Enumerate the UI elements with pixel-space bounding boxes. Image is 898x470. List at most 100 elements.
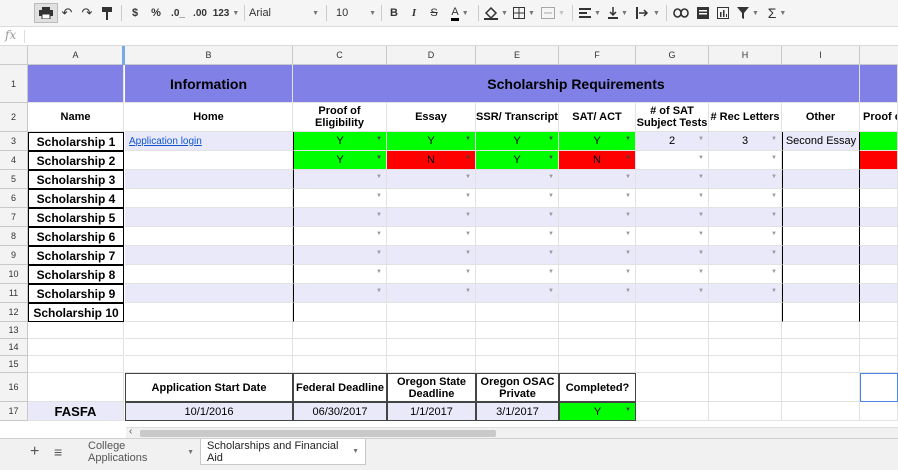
cell-c10[interactable]: ▼	[293, 265, 387, 284]
column-header-b[interactable]: B	[125, 46, 293, 65]
paint-format-icon[interactable]	[99, 3, 115, 23]
dropdown-arrow-icon[interactable]: ▼	[376, 155, 382, 161]
cell-c14[interactable]	[293, 339, 387, 356]
dropdown-arrow-icon[interactable]: ▼	[625, 174, 631, 180]
cell-f12[interactable]	[559, 303, 636, 322]
cell-c7[interactable]: ▼	[293, 208, 387, 227]
application-login-link[interactable]: Application login	[125, 132, 293, 151]
cell-f9[interactable]: ▼	[559, 246, 636, 265]
dropdown-arrow-icon[interactable]: ▼	[698, 231, 704, 237]
cell-e15[interactable]	[476, 356, 559, 373]
row-header-14[interactable]: 14	[0, 339, 28, 356]
cell-i13[interactable]	[782, 322, 860, 339]
cell-c5[interactable]: ▼	[293, 170, 387, 189]
cell-i5[interactable]	[782, 170, 860, 189]
cell-b9[interactable]	[125, 246, 293, 265]
row-header-12[interactable]: 12	[0, 303, 28, 322]
cell-h11[interactable]: ▼	[709, 284, 782, 303]
dropdown-arrow-icon[interactable]: ▼	[625, 155, 631, 161]
cell-a16[interactable]	[28, 373, 124, 402]
cell-i15[interactable]	[782, 356, 860, 373]
row-header-11[interactable]: 11	[0, 284, 28, 303]
cell-d12[interactable]	[387, 303, 476, 322]
cell-i6[interactable]	[782, 189, 860, 208]
fasfa-completed[interactable]: Y ▼	[559, 402, 636, 421]
cell-j5[interactable]	[860, 170, 898, 189]
dropdown-arrow-icon[interactable]: ▼	[771, 193, 777, 199]
cell-i10[interactable]	[782, 265, 860, 284]
cell-g12[interactable]	[636, 303, 709, 322]
dropdown-arrow-icon[interactable]: ▼	[625, 269, 631, 275]
header-sat-act[interactable]: SAT/ ACT	[559, 103, 636, 132]
cell-j4[interactable]	[860, 151, 898, 170]
cell-c11[interactable]: ▼	[293, 284, 387, 303]
cell-g10[interactable]: ▼	[636, 265, 709, 284]
decrease-decimal-button[interactable]: .0_	[168, 3, 188, 23]
currency-button[interactable]: $	[127, 3, 143, 23]
row-header-15[interactable]: 15	[0, 356, 28, 373]
borders-button[interactable]: ▼	[512, 3, 536, 23]
cell-b6[interactable]	[125, 189, 293, 208]
formula-bar[interactable]: fx	[0, 27, 898, 46]
cell-g3[interactable]: 2 ▼	[636, 132, 709, 151]
cell-f13[interactable]	[559, 322, 636, 339]
dropdown-arrow-icon[interactable]: ▼	[771, 288, 777, 294]
cell-e7[interactable]: ▼	[476, 208, 559, 227]
cell-d9[interactable]: ▼	[387, 246, 476, 265]
cell-h4[interactable]: ▼	[709, 151, 782, 170]
select-all-corner[interactable]	[0, 46, 28, 65]
cell-e14[interactable]	[476, 339, 559, 356]
cell-d13[interactable]	[387, 322, 476, 339]
cell-i8[interactable]	[782, 227, 860, 246]
cell-j17[interactable]	[860, 402, 898, 421]
cell-d11[interactable]: ▼	[387, 284, 476, 303]
cell-f3[interactable]: Y ▼	[559, 132, 636, 151]
fasfa-header-completed[interactable]: Completed?	[559, 373, 636, 402]
cell-f6[interactable]: ▼	[559, 189, 636, 208]
cell-g6[interactable]: ▼	[636, 189, 709, 208]
add-sheet-button[interactable]: +	[24, 439, 45, 465]
scholarship-name[interactable]: Scholarship 4	[28, 189, 124, 208]
dropdown-arrow-icon[interactable]: ▼	[625, 136, 631, 142]
dropdown-arrow-icon[interactable]: ▼	[771, 231, 777, 237]
cell-g11[interactable]: ▼	[636, 284, 709, 303]
cell-f5[interactable]: ▼	[559, 170, 636, 189]
fill-color-button[interactable]: ▼	[483, 3, 509, 23]
chevron-down-icon[interactable]: ▼	[187, 449, 194, 456]
header-ssr-transcript[interactable]: SSR/ Transcript	[476, 103, 559, 132]
dropdown-arrow-icon[interactable]: ▼	[548, 136, 554, 142]
cell-f11[interactable]: ▼	[559, 284, 636, 303]
cell-f15[interactable]	[559, 356, 636, 373]
cell-h5[interactable]: ▼	[709, 170, 782, 189]
dropdown-arrow-icon[interactable]: ▼	[548, 174, 554, 180]
font-size-select[interactable]: 10 ▼	[336, 3, 376, 23]
row-header-6[interactable]: 6	[0, 189, 28, 208]
cell-e5[interactable]: ▼	[476, 170, 559, 189]
cell-g17[interactable]	[636, 402, 709, 421]
cell-j13[interactable]	[860, 322, 898, 339]
cell-b15[interactable]	[125, 356, 293, 373]
dropdown-arrow-icon[interactable]: ▼	[698, 136, 704, 142]
cell-j11[interactable]	[860, 284, 898, 303]
dropdown-arrow-icon[interactable]: ▼	[698, 193, 704, 199]
dropdown-arrow-icon[interactable]: ▼	[465, 174, 471, 180]
dropdown-arrow-icon[interactable]: ▼	[376, 269, 382, 275]
scholarship-name[interactable]: Scholarship 5	[28, 208, 124, 227]
cell-h10[interactable]: ▼	[709, 265, 782, 284]
cell-e10[interactable]: ▼	[476, 265, 559, 284]
dropdown-arrow-icon[interactable]: ▼	[548, 288, 554, 294]
dropdown-arrow-icon[interactable]: ▼	[771, 136, 777, 142]
vertical-align-button[interactable]: ▼	[606, 3, 630, 23]
dropdown-arrow-icon[interactable]: ▼	[465, 193, 471, 199]
column-header-g[interactable]: G	[636, 46, 709, 65]
dropdown-arrow-icon[interactable]: ▼	[698, 288, 704, 294]
fasfa-header-federal[interactable]: Federal Deadline	[293, 373, 387, 402]
dropdown-arrow-icon[interactable]: ▼	[771, 212, 777, 218]
dropdown-arrow-icon[interactable]: ▼	[698, 250, 704, 256]
dropdown-arrow-icon[interactable]: ▼	[625, 193, 631, 199]
cell-i9[interactable]	[782, 246, 860, 265]
filter-button[interactable]: ▼	[736, 3, 760, 23]
row-header-4[interactable]: 4	[0, 151, 28, 170]
cell-j12[interactable]	[860, 303, 898, 322]
increase-decimal-button[interactable]: .00	[190, 3, 210, 23]
